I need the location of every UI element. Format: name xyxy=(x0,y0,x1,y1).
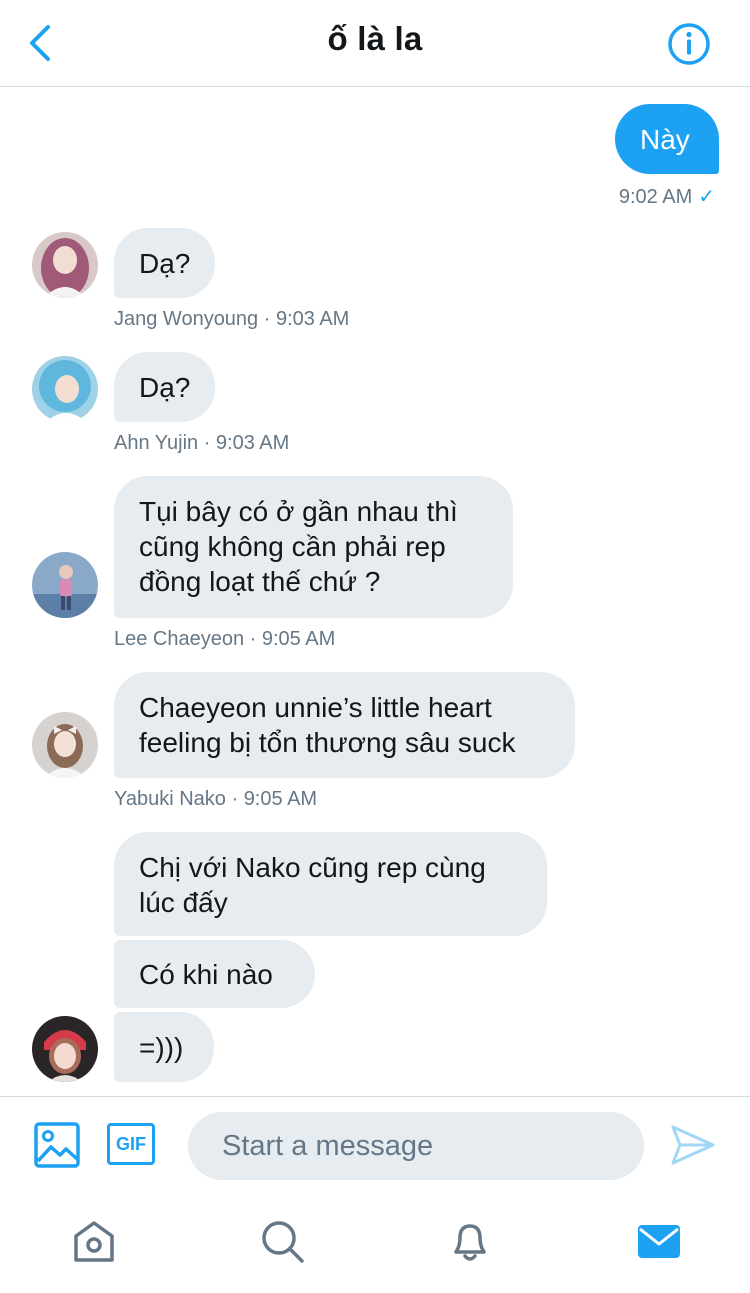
message-text: Tụi bây có ở gần nhau thì cũng không cần… xyxy=(139,494,458,599)
avatar-image xyxy=(32,232,98,298)
incoming-message[interactable]: Chaeyeon unnie’s little heart feeling bị… xyxy=(114,672,575,778)
send-icon[interactable] xyxy=(670,1123,716,1167)
message-meta: Yabuki Nako · 9:05 AM xyxy=(114,788,318,810)
incoming-message[interactable]: Chị với Nako cũng rep cùng lúc đấy xyxy=(114,832,547,936)
incoming-message[interactable]: Dạ? xyxy=(114,352,215,422)
avatar-image xyxy=(32,712,98,778)
avatar[interactable] xyxy=(32,712,98,778)
message-text: Này xyxy=(640,123,690,155)
message-line: Chị với Nako cũng rep cùng xyxy=(139,852,486,883)
mail-icon[interactable] xyxy=(636,1218,682,1264)
image-icon[interactable] xyxy=(33,1121,81,1169)
message-meta: Jang Wonyoung · 9:03 AM xyxy=(114,308,350,330)
message-line: cũng không cần phải rep xyxy=(139,531,446,562)
message-text: Dạ? xyxy=(139,247,191,279)
info-icon[interactable] xyxy=(667,22,711,66)
message-text: Dạ? xyxy=(139,371,191,403)
message-text: =))) xyxy=(139,1031,184,1063)
outgoing-message[interactable]: Này xyxy=(615,104,719,174)
message-meta: 9:02 AM ✓ xyxy=(619,184,715,209)
incoming-message[interactable]: Dạ? xyxy=(114,228,215,298)
avatar[interactable] xyxy=(32,232,98,298)
gif-icon[interactable]: GIF xyxy=(107,1123,155,1165)
message-meta: Ahn Yujin · 9:03 AM xyxy=(114,432,290,454)
message-meta: Lee Chaeyeon · 9:05 AM xyxy=(114,628,336,650)
message-input[interactable] xyxy=(188,1112,644,1180)
incoming-message[interactable]: Tụi bây có ở gần nhau thì cũng không cần… xyxy=(114,476,513,618)
message-line: đồng loạt thế chứ ? xyxy=(139,566,381,597)
message-text: Có khi nào xyxy=(139,958,273,990)
avatar-image xyxy=(32,356,98,422)
incoming-message[interactable]: Có khi nào xyxy=(114,940,315,1008)
conversation-title: ố là la xyxy=(327,20,423,57)
avatar[interactable] xyxy=(32,1016,98,1082)
message-composer: GIF xyxy=(0,1096,750,1196)
message-time: 9:02 AM xyxy=(618,186,693,208)
avatar[interactable] xyxy=(32,356,98,422)
avatar[interactable] xyxy=(32,552,98,618)
message-line: lúc đấy xyxy=(139,887,228,918)
home-icon[interactable] xyxy=(71,1218,117,1264)
search-icon[interactable] xyxy=(259,1218,305,1264)
gif-label: GIF xyxy=(116,1133,146,1154)
avatar-image xyxy=(32,552,98,618)
bell-icon[interactable] xyxy=(447,1218,493,1264)
bottom-tab-bar xyxy=(0,1196,750,1293)
message-line: Tụi bây có ở gần nhau thì xyxy=(139,496,458,527)
sent-check-icon: ✓ xyxy=(698,186,715,208)
message-text: Chị với Nako cũng rep cùng lúc đấy xyxy=(139,850,486,920)
message-line: feeling bị tổn thương sâu suck xyxy=(139,727,516,758)
message-line: Chaeyeon unnie’s little heart xyxy=(139,692,492,723)
incoming-message[interactable]: =))) xyxy=(114,1012,214,1082)
avatar-image xyxy=(32,1016,98,1082)
message-text: Chaeyeon unnie’s little heart feeling bị… xyxy=(139,690,515,760)
conversation-header: ố là la xyxy=(0,0,750,87)
